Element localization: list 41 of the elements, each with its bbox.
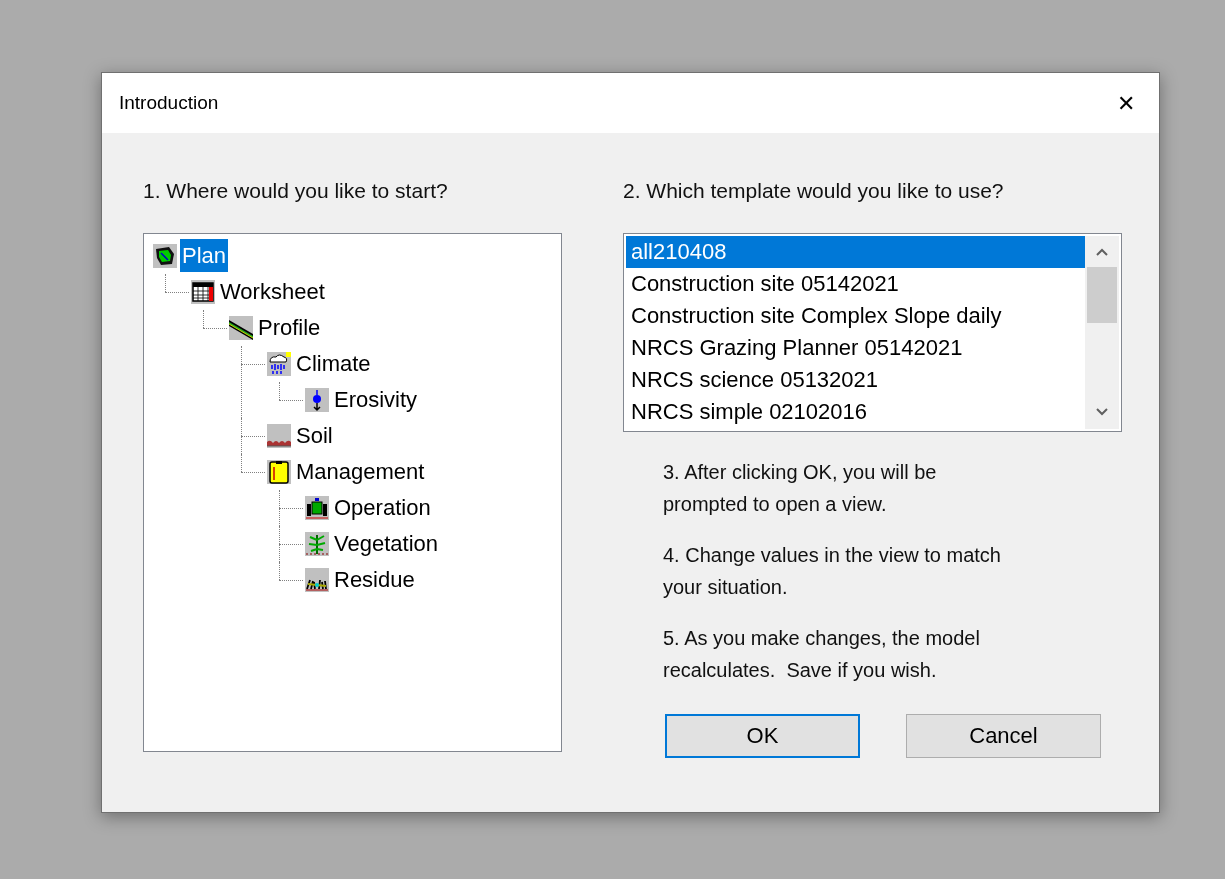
tree-view[interactable]: Plan Worksheet Profile Climate Erosivity Soil Management Operation Vegetation Residue bbox=[143, 232, 562, 752]
window-title: Introduction bbox=[119, 90, 219, 115]
tree-item[interactable]: Residue bbox=[332, 563, 417, 596]
spreadsheet-icon bbox=[191, 279, 215, 304]
instruction-text: 4. Change values in the view to match your situation. bbox=[663, 542, 1002, 600]
tree-item[interactable]: Plan bbox=[180, 239, 229, 272]
scrollbar[interactable] bbox=[1085, 235, 1119, 429]
tractor-icon bbox=[305, 495, 329, 520]
list-item[interactable]: NRCS science 05132021 bbox=[626, 363, 1085, 396]
tree-item[interactable]: Operation bbox=[332, 491, 433, 524]
residue-icon bbox=[305, 567, 329, 592]
tree-item[interactable]: Climate bbox=[294, 347, 373, 380]
list-item[interactable]: Construction site 05142021 bbox=[626, 267, 1085, 300]
leaf-icon bbox=[153, 243, 177, 268]
dialog-button[interactable]: Cancel bbox=[906, 713, 1101, 758]
tree-item[interactable]: Erosivity bbox=[332, 383, 420, 416]
clipboard-icon bbox=[267, 459, 291, 484]
instruction-text: 5. As you make changes, the model recalculates. Save if you wish. bbox=[663, 625, 981, 683]
list-item[interactable]: NRCS simple 02102016 bbox=[626, 395, 1085, 428]
section-heading: 2. Which template would you like to use? bbox=[623, 178, 1005, 204]
tree-item[interactable]: Soil bbox=[294, 419, 335, 452]
close-button[interactable]: ✕ bbox=[1111, 88, 1141, 118]
soil-icon bbox=[267, 423, 291, 448]
rain-cloud-icon bbox=[267, 351, 291, 376]
template-list[interactable]: all210408 Construction site 05142021 Construction site Complex Slope daily NRCS Grazing Planner 05142021 NRCS science 05132021 NRCS simple 02102016 bbox=[623, 232, 1122, 432]
tree-item[interactable]: Vegetation bbox=[332, 527, 440, 560]
list-item[interactable]: all210408 bbox=[626, 235, 1085, 268]
scroll-thumb[interactable] bbox=[1087, 266, 1117, 323]
tree-item[interactable]: Worksheet bbox=[218, 275, 327, 308]
slope-icon bbox=[229, 315, 253, 340]
tree-item[interactable]: Profile bbox=[256, 311, 323, 344]
scroll-down-icon[interactable] bbox=[1095, 406, 1109, 417]
section-heading: 1. Where would you like to start? bbox=[143, 178, 449, 204]
plant-icon bbox=[305, 531, 329, 556]
water-drop-icon bbox=[305, 387, 329, 412]
dialog-button[interactable]: OK bbox=[665, 713, 860, 758]
list-item[interactable]: Construction site Complex Slope daily bbox=[626, 299, 1085, 332]
instruction-text: 3. After clicking OK, you will be prompted to open a view. bbox=[663, 459, 938, 517]
scroll-up-icon[interactable] bbox=[1095, 246, 1109, 257]
list-item[interactable]: NRCS Grazing Planner 05142021 bbox=[626, 331, 1085, 364]
tree-item[interactable]: Management bbox=[294, 455, 427, 488]
